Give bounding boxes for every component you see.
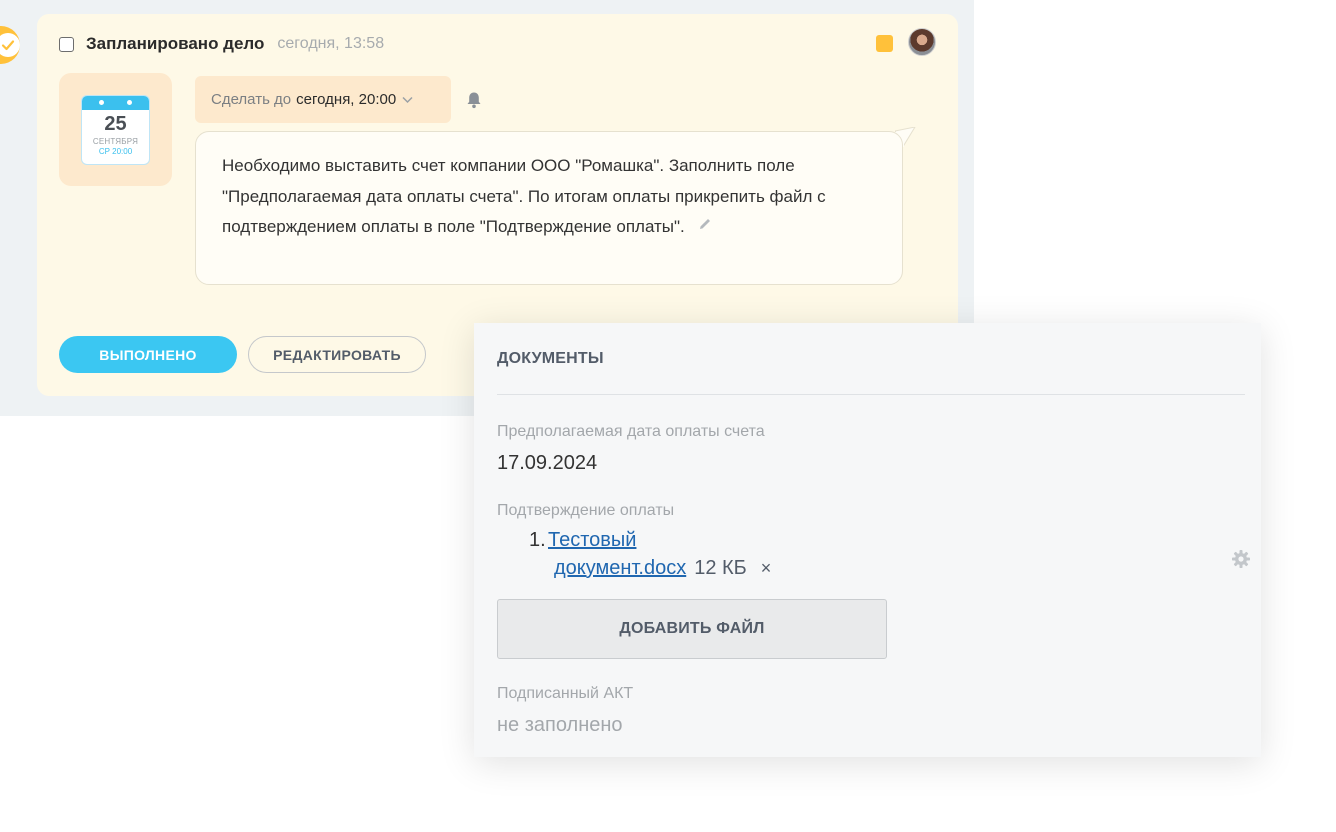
calendar-day: 25 (104, 112, 127, 135)
task-description-bubble: Необходимо выставить счет компании ООО "… (195, 131, 903, 285)
calendar-weekday-time: СР 20:00 (98, 146, 133, 156)
field-label-payment-date: Предполагаемая дата оплаты счета (497, 423, 765, 440)
add-file-button[interactable]: ДОБАВИТЬ ФАЙЛ (497, 599, 887, 659)
field-label-signed-act: Подписанный АКТ (497, 685, 634, 702)
bell-icon[interactable] (464, 90, 484, 110)
avatar[interactable] (908, 28, 936, 56)
edit-button[interactable]: РЕДАКТИРОВАТЬ (248, 336, 426, 373)
calendar-tile: 25 СЕНТЯБРЯ СР 20:00 (59, 73, 172, 186)
documents-title: ДОКУМЕНТЫ (497, 350, 604, 367)
task-description-text: Необходимо выставить счет компании ООО "… (222, 156, 826, 236)
task-created-time: сегодня, 13:58 (277, 35, 385, 52)
chevron-down-icon (402, 93, 413, 107)
calendar-month: СЕНТЯБРЯ (92, 136, 139, 146)
remove-file-icon[interactable]: × (761, 558, 772, 578)
priority-flag-icon[interactable] (876, 35, 893, 52)
field-label-payment-confirmation: Подтверждение оплаты (497, 502, 675, 519)
field-value-payment-date[interactable]: 17.09.2024 (497, 452, 597, 475)
divider (497, 394, 1245, 395)
timeline-check-icon (0, 26, 20, 64)
task-description: Необходимо выставить счет компании ООО "… (222, 151, 882, 243)
deadline-value: сегодня, 20:00 (296, 91, 397, 108)
task-complete-checkbox[interactable] (59, 36, 74, 52)
file-size: 12 КБ (694, 557, 747, 579)
task-title: Запланировано дело (86, 34, 265, 53)
documents-panel: ДОКУМЕНТЫ Предполагаемая дата оплаты сче… (474, 323, 1261, 757)
task-header: Запланировано дело сегодня, 13:58 (59, 34, 384, 54)
file-index: 1. (529, 529, 546, 551)
calendar-icon: 25 СЕНТЯБРЯ СР 20:00 (81, 94, 150, 165)
deadline-prefix: Сделать до (211, 91, 292, 108)
field-value-signed-act[interactable]: не заполнено (497, 714, 623, 737)
file-link-continued[interactable]: документ.docx (554, 557, 686, 579)
deadline-selector[interactable]: Сделать до сегодня, 20:00 (195, 76, 451, 123)
pencil-icon[interactable] (697, 212, 713, 243)
gear-icon[interactable] (1231, 549, 1251, 569)
file-link[interactable]: Тестовый (548, 529, 636, 551)
done-button[interactable]: ВЫПОЛНЕНО (59, 336, 237, 373)
